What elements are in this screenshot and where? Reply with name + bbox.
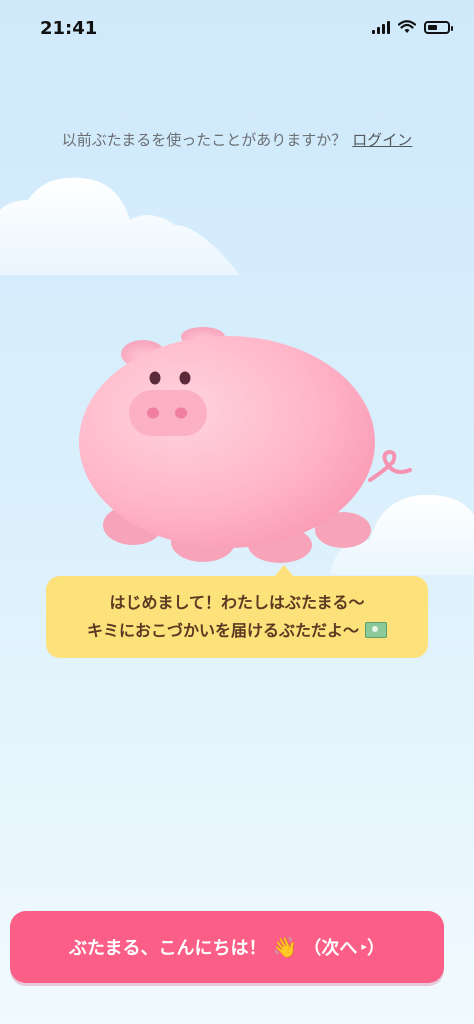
pig-mascot-icon: [79, 327, 412, 563]
next-button[interactable]: ぶたまる、こんにちは！ 👋 （次へ ▸ ）: [10, 911, 444, 983]
bubble-line-2-text: キミにおこづかいを届けるぶただよ〜: [86, 621, 359, 640]
waving-hand-icon: 👋: [272, 935, 298, 959]
status-icons: [372, 20, 453, 34]
money-icon: [365, 621, 387, 638]
bubble-line-2: キミにおこづかいを届けるぶただよ〜: [87, 617, 387, 645]
next-button-close-paren: ）: [366, 938, 385, 959]
login-prompt: 以前ぶたまるを使ったことがありますか？ ログイン: [0, 129, 474, 150]
login-question: 以前ぶたまるを使ったことがありますか？: [61, 131, 347, 149]
battery-icon: [424, 20, 453, 34]
status-bar: 21:41: [0, 0, 474, 56]
status-time: 21:41: [40, 18, 98, 39]
cellular-signal-icon: [372, 20, 390, 34]
play-arrow-icon: ▸: [361, 939, 367, 953]
login-link[interactable]: ログイン: [352, 131, 412, 149]
wifi-icon: [398, 20, 416, 33]
next-button-next-text: （次へ: [303, 938, 358, 959]
cloud-left-icon: [0, 177, 240, 275]
next-button-label: ぶたまる、こんにちは！: [69, 938, 267, 959]
speech-bubble: はじめまして！わたしはぶたまる〜 キミにおこづかいを届けるぶただよ〜: [46, 565, 428, 658]
bubble-line-1: はじめまして！わたしはぶたまる〜: [109, 593, 365, 612]
